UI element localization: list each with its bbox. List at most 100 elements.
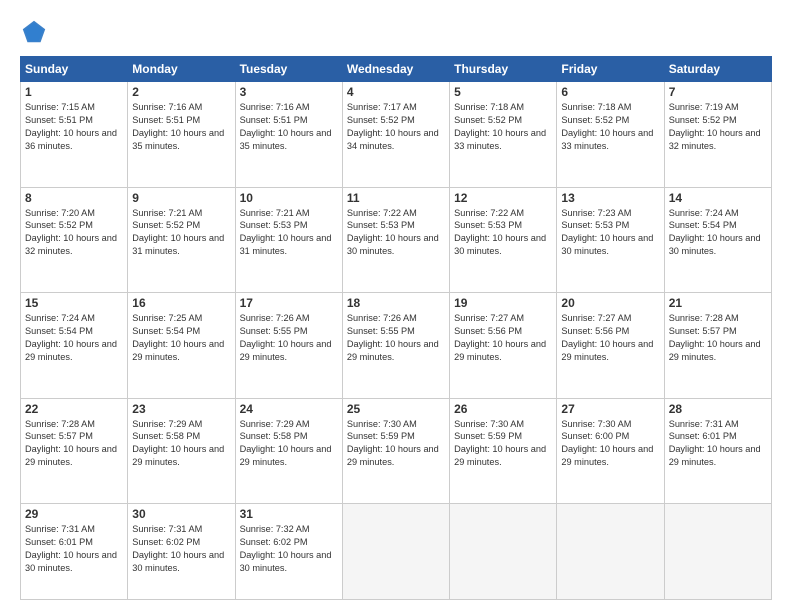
day-number: 21 xyxy=(669,296,767,310)
day-info: Sunrise: 7:16 AMSunset: 5:51 PMDaylight:… xyxy=(132,101,230,153)
header xyxy=(20,18,772,46)
day-info: Sunrise: 7:25 AMSunset: 5:54 PMDaylight:… xyxy=(132,312,230,364)
day-number: 2 xyxy=(132,85,230,99)
day-number: 20 xyxy=(561,296,659,310)
calendar-day: 9 Sunrise: 7:21 AMSunset: 5:52 PMDaylight… xyxy=(128,187,235,293)
page: SundayMondayTuesdayWednesdayThursdayFrid… xyxy=(0,0,792,612)
calendar-day: 29 Sunrise: 7:31 AMSunset: 6:01 PMDayligh… xyxy=(21,504,128,600)
day-number: 18 xyxy=(347,296,445,310)
day-info: Sunrise: 7:16 AMSunset: 5:51 PMDaylight:… xyxy=(240,101,338,153)
calendar-day: 12Sunrise: 7:22 AMSunset: 5:53 PMDayligh… xyxy=(450,187,557,293)
day-number: 14 xyxy=(669,191,767,205)
day-info: Sunrise: 7:15 AMSunset: 5:51 PMDaylight:… xyxy=(25,101,123,153)
day-info: Sunrise: 7:21 AMSunset: 5:52 PMDaylight:… xyxy=(132,207,230,259)
calendar-day: 17 Sunrise: 7:26 AMSunset: 5:55 PMDayligh… xyxy=(235,293,342,399)
calendar-day: 3 Sunrise: 7:16 AMSunset: 5:51 PMDaylight… xyxy=(235,82,342,188)
calendar-day: 14 Sunrise: 7:24 AMSunset: 5:54 PMDayligh… xyxy=(664,187,771,293)
calendar-header-friday: Friday xyxy=(557,57,664,82)
calendar-week-row: 1 Sunrise: 7:15 AMSunset: 5:51 PMDaylight… xyxy=(21,82,772,188)
day-info: Sunrise: 7:31 AMSunset: 6:01 PMDaylight:… xyxy=(669,418,767,470)
calendar-day: 2 Sunrise: 7:16 AMSunset: 5:51 PMDaylight… xyxy=(128,82,235,188)
calendar-week-row: 29 Sunrise: 7:31 AMSunset: 6:01 PMDayligh… xyxy=(21,504,772,600)
day-number: 19 xyxy=(454,296,552,310)
day-info: Sunrise: 7:24 AMSunset: 5:54 PMDaylight:… xyxy=(25,312,123,364)
calendar-header-thursday: Thursday xyxy=(450,57,557,82)
day-number: 4 xyxy=(347,85,445,99)
calendar-day: 21 Sunrise: 7:28 AMSunset: 5:57 PMDayligh… xyxy=(664,293,771,399)
day-number: 30 xyxy=(132,507,230,521)
calendar-day xyxy=(450,504,557,600)
calendar-day: 22Sunrise: 7:28 AMSunset: 5:57 PMDayligh… xyxy=(21,398,128,504)
calendar-day xyxy=(557,504,664,600)
day-number: 22 xyxy=(25,402,123,416)
day-number: 5 xyxy=(454,85,552,99)
day-number: 6 xyxy=(561,85,659,99)
calendar-day: 10Sunrise: 7:21 AMSunset: 5:53 PMDayligh… xyxy=(235,187,342,293)
day-info: Sunrise: 7:30 AMSunset: 6:00 PMDaylight:… xyxy=(561,418,659,470)
day-info: Sunrise: 7:18 AMSunset: 5:52 PMDaylight:… xyxy=(454,101,552,153)
calendar-day: 28 Sunrise: 7:31 AMSunset: 6:01 PMDayligh… xyxy=(664,398,771,504)
calendar-day: 31 Sunrise: 7:32 AMSunset: 6:02 PMDayligh… xyxy=(235,504,342,600)
day-info: Sunrise: 7:21 AMSunset: 5:53 PMDaylight:… xyxy=(240,207,338,259)
day-info: Sunrise: 7:26 AMSunset: 5:55 PMDaylight:… xyxy=(347,312,445,364)
calendar-week-row: 8 Sunrise: 7:20 AMSunset: 5:52 PMDaylight… xyxy=(21,187,772,293)
day-number: 17 xyxy=(240,296,338,310)
day-number: 12 xyxy=(454,191,552,205)
day-number: 13 xyxy=(561,191,659,205)
calendar-day: 11Sunrise: 7:22 AMSunset: 5:53 PMDayligh… xyxy=(342,187,449,293)
day-number: 24 xyxy=(240,402,338,416)
day-number: 26 xyxy=(454,402,552,416)
calendar-day xyxy=(342,504,449,600)
day-number: 23 xyxy=(132,402,230,416)
day-info: Sunrise: 7:17 AMSunset: 5:52 PMDaylight:… xyxy=(347,101,445,153)
calendar-header-wednesday: Wednesday xyxy=(342,57,449,82)
calendar-day: 1 Sunrise: 7:15 AMSunset: 5:51 PMDaylight… xyxy=(21,82,128,188)
calendar-day: 24 Sunrise: 7:29 AMSunset: 5:58 PMDayligh… xyxy=(235,398,342,504)
calendar-day: 25Sunrise: 7:30 AMSunset: 5:59 PMDayligh… xyxy=(342,398,449,504)
day-info: Sunrise: 7:31 AMSunset: 6:01 PMDaylight:… xyxy=(25,523,123,575)
calendar-day: 19 Sunrise: 7:27 AMSunset: 5:56 PMDayligh… xyxy=(450,293,557,399)
day-info: Sunrise: 7:30 AMSunset: 5:59 PMDaylight:… xyxy=(454,418,552,470)
calendar-table: SundayMondayTuesdayWednesdayThursdayFrid… xyxy=(20,56,772,600)
day-number: 3 xyxy=(240,85,338,99)
day-number: 8 xyxy=(25,191,123,205)
calendar-day: 8 Sunrise: 7:20 AMSunset: 5:52 PMDaylight… xyxy=(21,187,128,293)
logo xyxy=(20,18,52,46)
calendar-header-saturday: Saturday xyxy=(664,57,771,82)
calendar-day: 5 Sunrise: 7:18 AMSunset: 5:52 PMDaylight… xyxy=(450,82,557,188)
day-info: Sunrise: 7:32 AMSunset: 6:02 PMDaylight:… xyxy=(240,523,338,575)
calendar-day: 16 Sunrise: 7:25 AMSunset: 5:54 PMDayligh… xyxy=(128,293,235,399)
calendar-day: 30Sunrise: 7:31 AMSunset: 6:02 PMDayligh… xyxy=(128,504,235,600)
day-number: 7 xyxy=(669,85,767,99)
calendar-day: 27Sunrise: 7:30 AMSunset: 6:00 PMDayligh… xyxy=(557,398,664,504)
day-info: Sunrise: 7:28 AMSunset: 5:57 PMDaylight:… xyxy=(669,312,767,364)
calendar-week-row: 22Sunrise: 7:28 AMSunset: 5:57 PMDayligh… xyxy=(21,398,772,504)
day-number: 31 xyxy=(240,507,338,521)
day-number: 16 xyxy=(132,296,230,310)
calendar-day: 13 Sunrise: 7:23 AMSunset: 5:53 PMDayligh… xyxy=(557,187,664,293)
day-number: 1 xyxy=(25,85,123,99)
day-info: Sunrise: 7:30 AMSunset: 5:59 PMDaylight:… xyxy=(347,418,445,470)
day-number: 9 xyxy=(132,191,230,205)
calendar-day: 6 Sunrise: 7:18 AMSunset: 5:52 PMDaylight… xyxy=(557,82,664,188)
day-number: 29 xyxy=(25,507,123,521)
calendar-day xyxy=(664,504,771,600)
day-info: Sunrise: 7:19 AMSunset: 5:52 PMDaylight:… xyxy=(669,101,767,153)
day-number: 28 xyxy=(669,402,767,416)
day-info: Sunrise: 7:29 AMSunset: 5:58 PMDaylight:… xyxy=(240,418,338,470)
day-number: 15 xyxy=(25,296,123,310)
calendar-header-tuesday: Tuesday xyxy=(235,57,342,82)
day-info: Sunrise: 7:24 AMSunset: 5:54 PMDaylight:… xyxy=(669,207,767,259)
day-info: Sunrise: 7:29 AMSunset: 5:58 PMDaylight:… xyxy=(132,418,230,470)
day-info: Sunrise: 7:18 AMSunset: 5:52 PMDaylight:… xyxy=(561,101,659,153)
day-info: Sunrise: 7:26 AMSunset: 5:55 PMDaylight:… xyxy=(240,312,338,364)
calendar-day: 7 Sunrise: 7:19 AMSunset: 5:52 PMDaylight… xyxy=(664,82,771,188)
day-info: Sunrise: 7:27 AMSunset: 5:56 PMDaylight:… xyxy=(561,312,659,364)
calendar-week-row: 15 Sunrise: 7:24 AMSunset: 5:54 PMDayligh… xyxy=(21,293,772,399)
day-info: Sunrise: 7:20 AMSunset: 5:52 PMDaylight:… xyxy=(25,207,123,259)
day-info: Sunrise: 7:23 AMSunset: 5:53 PMDaylight:… xyxy=(561,207,659,259)
calendar-header-monday: Monday xyxy=(128,57,235,82)
calendar-day: 15 Sunrise: 7:24 AMSunset: 5:54 PMDayligh… xyxy=(21,293,128,399)
day-info: Sunrise: 7:22 AMSunset: 5:53 PMDaylight:… xyxy=(347,207,445,259)
day-info: Sunrise: 7:27 AMSunset: 5:56 PMDaylight:… xyxy=(454,312,552,364)
